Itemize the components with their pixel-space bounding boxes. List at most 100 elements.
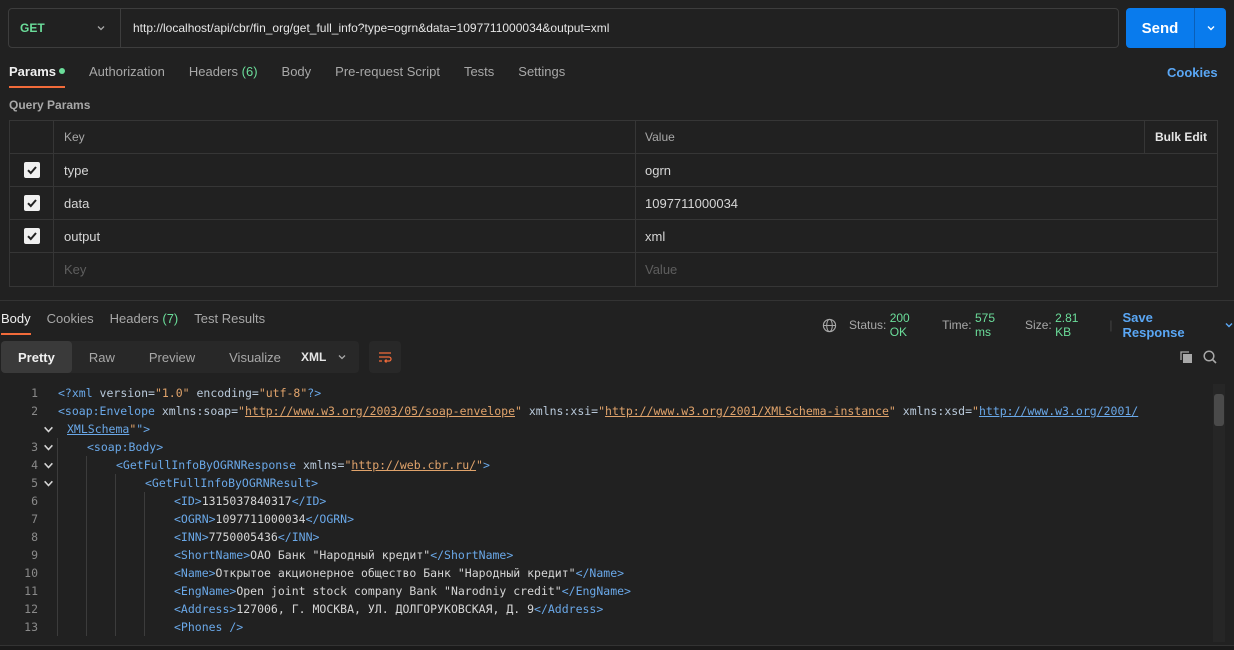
param-value[interactable]: 1097711000034 [636, 187, 1217, 219]
view-visualize[interactable]: Visualize [212, 341, 298, 373]
xml-link[interactable]: http://web.cbr.ru/ [351, 458, 476, 472]
tab-label: Headers [109, 311, 159, 326]
method-label: GET [20, 21, 45, 35]
copy-icon[interactable] [1178, 349, 1194, 368]
line-number: 10 [24, 566, 38, 580]
time-value[interactable]: 575 ms [975, 311, 1014, 339]
tab-params[interactable]: Params [9, 64, 65, 88]
xml-quote: " [344, 458, 352, 472]
indent-guide [57, 564, 58, 582]
xml-quote: " [972, 404, 979, 418]
tab-label: Headers [188, 64, 239, 79]
tab-label: Tests [463, 64, 495, 79]
indent-guide [57, 582, 58, 600]
cookies-link[interactable]: Cookies [1167, 65, 1218, 80]
status-value[interactable]: 200 OK [890, 311, 930, 339]
param-checkbox[interactable] [23, 162, 40, 178]
chevron-down-icon[interactable] [38, 424, 58, 435]
xml-link[interactable]: XMLSchema [67, 422, 129, 436]
response-tabs: Body Cookies Headers (7) Test Results [1, 311, 281, 335]
indent-guide [115, 564, 116, 582]
xml-tag-close: </INN> [277, 530, 320, 544]
view-preview[interactable]: Preview [132, 341, 212, 373]
xml-tag-close: </ID> [291, 494, 327, 508]
xml-quote: " [888, 404, 896, 418]
params-active-dot [58, 68, 65, 74]
xml-tag: <soap:Body> [87, 440, 164, 454]
xml-link[interactable]: http://www.w3.org/2001/ [979, 404, 1138, 418]
response-code-view[interactable]: 1 <?xml version= "1.0" encoding= "utf-8" ?>… [0, 384, 1210, 642]
tab-response-headers[interactable]: Headers (7) [110, 311, 179, 335]
indent-guide [144, 492, 145, 510]
chevron-down-icon[interactable] [38, 460, 58, 471]
line-number: 8 [31, 530, 38, 544]
tab-settings[interactable]: Settings [518, 64, 565, 88]
tab-tests[interactable]: Tests [464, 64, 494, 88]
view-raw[interactable]: Raw [72, 341, 132, 373]
send-label: Send [1141, 19, 1179, 37]
param-value[interactable]: ogrn [636, 154, 1217, 186]
param-checkbox[interactable] [23, 195, 40, 211]
xml-link[interactable]: http://www.w3.org/2001/XMLSchema-instanc… [605, 404, 889, 418]
code-scrollbar[interactable] [1213, 384, 1225, 642]
tab-body[interactable]: Body [282, 64, 312, 88]
send-options-button[interactable] [1195, 21, 1226, 36]
bulk-edit-button[interactable]: Bulk Edit [1144, 121, 1217, 153]
xml-tag: <EngName> [174, 584, 237, 598]
xml-text: 1315037840317 [201, 494, 292, 508]
xml-link[interactable]: http://www.w3.org/2003/05/soap-envelope [245, 404, 515, 418]
size-value[interactable]: 2.81 KB [1055, 311, 1097, 339]
tab-label: Body [281, 64, 312, 79]
table-header-row: Key Value Bulk Edit [10, 121, 1217, 154]
tab-test-results[interactable]: Test Results [194, 311, 265, 335]
code-line: 13 <Phones /> [0, 618, 1210, 636]
xml-tag: <ShortName> [174, 548, 251, 562]
body-view-switcher: Pretty Raw Preview Visualize [1, 341, 298, 373]
new-value-input[interactable]: Value [636, 253, 1217, 286]
view-pretty[interactable]: Pretty [1, 341, 72, 373]
code-line: 4 <GetFullInfoByOGRNResponse xmlns= " http… [0, 456, 1210, 474]
tab-response-body[interactable]: Body [1, 311, 31, 335]
table-row: output xml [10, 220, 1217, 253]
wrap-lines-button[interactable] [369, 341, 401, 373]
bottom-edge [0, 645, 1234, 650]
indent-guide [86, 492, 87, 510]
tab-headers[interactable]: Headers (6) [189, 64, 258, 88]
table-row-empty: Key Value [10, 253, 1217, 286]
param-checkbox[interactable] [23, 228, 40, 244]
method-select[interactable]: GET [9, 9, 121, 47]
xml-text: 1097711000034 [215, 512, 306, 526]
code-line: 10 <Name> Открытое акционерное общество Б… [0, 564, 1210, 582]
format-select[interactable]: XML [290, 341, 359, 373]
param-key[interactable]: output [54, 220, 636, 252]
param-checkbox-cell [10, 187, 54, 219]
save-response-button[interactable]: Save Response [1122, 310, 1218, 340]
line-number: 6 [31, 494, 38, 508]
globe-icon[interactable] [822, 318, 837, 333]
chevron-down-icon[interactable] [38, 478, 58, 489]
param-value[interactable]: xml [636, 220, 1217, 252]
indent-guide [86, 528, 87, 546]
xml-tag: <Phones /> [174, 620, 244, 634]
send-button[interactable]: Send [1126, 8, 1226, 48]
tab-response-cookies[interactable]: Cookies [47, 311, 94, 335]
search-icon[interactable] [1202, 349, 1218, 368]
chevron-down-icon[interactable] [38, 442, 58, 453]
scrollbar-thumb[interactable] [1214, 394, 1224, 426]
param-key[interactable]: data [54, 187, 636, 219]
param-key[interactable]: type [54, 154, 636, 186]
indent-guide [57, 474, 58, 492]
indent-guide [57, 492, 58, 510]
url-input[interactable]: http://localhost/api/cbr/fin_org/get_ful… [121, 21, 609, 35]
xml-text: 7750005436 [208, 530, 278, 544]
tab-pre-request-script[interactable]: Pre-request Script [335, 64, 440, 88]
indent-guide [144, 564, 145, 582]
xml-text: ОАО Банк "Народный кредит" [250, 548, 431, 562]
new-key-input[interactable]: Key [54, 253, 636, 286]
line-number: 7 [31, 512, 38, 526]
chevron-down-icon[interactable] [1224, 320, 1234, 330]
indent-guide [57, 546, 58, 564]
tab-authorization[interactable]: Authorization [89, 64, 165, 88]
indent-guide [86, 618, 87, 636]
line-number: 9 [31, 548, 38, 562]
